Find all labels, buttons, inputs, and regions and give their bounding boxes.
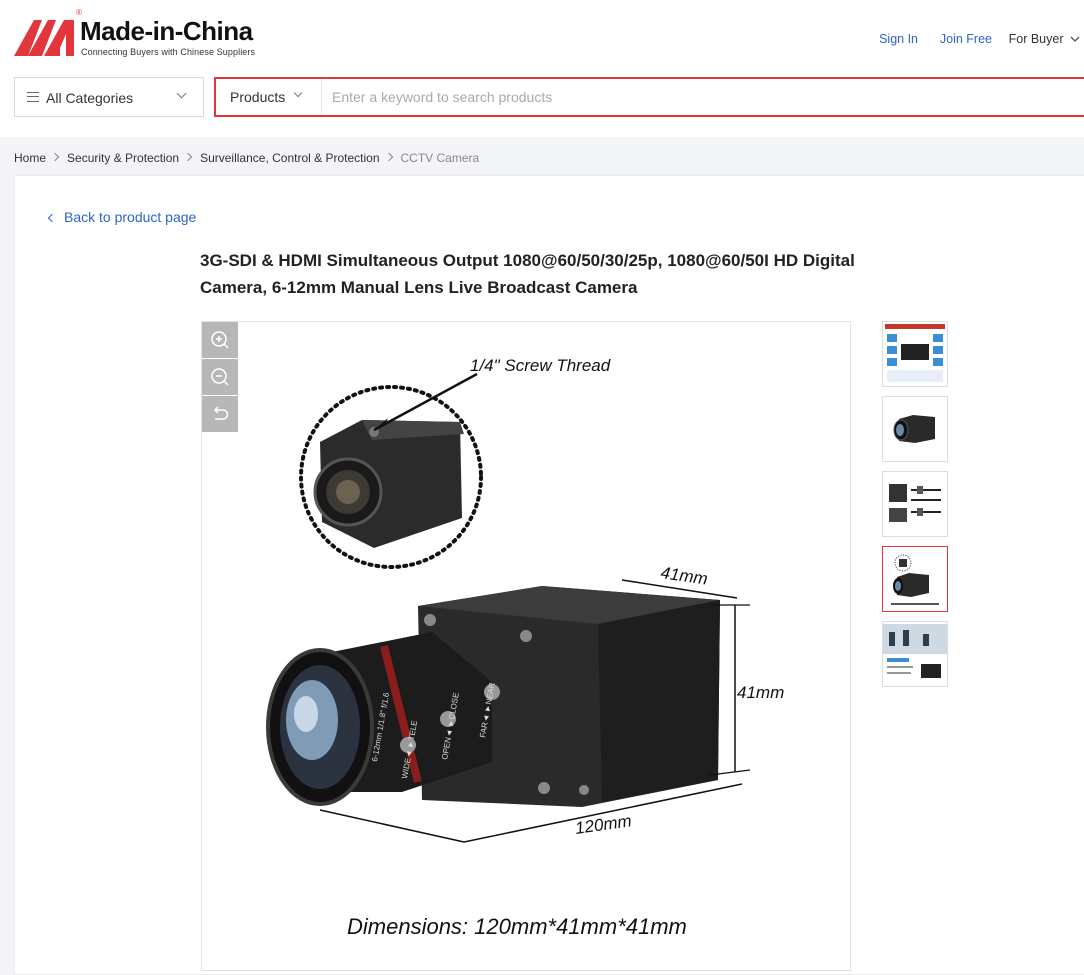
brand-tagline: Connecting Buyers with Chinese Suppliers — [81, 47, 256, 57]
reset-icon — [213, 406, 229, 420]
thumbnail-1[interactable] — [882, 321, 948, 387]
search-type-select[interactable]: Products — [216, 79, 322, 115]
join-free-link[interactable]: Join Free — [940, 32, 992, 46]
search-bar: Products — [214, 77, 1084, 117]
chevron-down-icon — [293, 88, 303, 98]
for-buyer-label: For Buyer — [1008, 32, 1064, 46]
thumbnail-3-image — [889, 484, 941, 522]
thumbnail-1-image — [885, 324, 945, 382]
thumbnail-2[interactable] — [882, 396, 948, 462]
all-categories-label: All Categories — [46, 90, 134, 106]
thumbnail-5-image — [883, 624, 947, 678]
zoom-out-button[interactable] — [202, 359, 238, 395]
product-title: 3G-SDI & HDMI Simultaneous Output 1080@6… — [200, 251, 855, 297]
image-toolbar — [202, 322, 238, 433]
thumbnail-4-image — [891, 554, 939, 605]
length-dimension: 120mm — [574, 811, 633, 838]
chevron-left-icon — [47, 213, 57, 223]
breadcrumb-security-protection[interactable]: Security & Protection — [67, 151, 179, 165]
back-link-label: Back to product page — [64, 209, 197, 225]
screw-thread-label: 1/4" Screw Thread — [470, 356, 611, 375]
product-image-panel: Back to product page 3G-SDI & HDMI Simul… — [14, 175, 1084, 975]
dimensions-caption: Dimensions: 120mm*41mm*41mm — [347, 914, 687, 939]
breadcrumb-surveillance[interactable]: Surveillance, Control & Protection — [200, 151, 379, 165]
zoom-out-icon — [211, 368, 229, 386]
thumbnail-list — [882, 321, 950, 696]
search-type-label: Products — [230, 89, 286, 105]
depth-dimension: 41mm — [659, 563, 708, 588]
chevron-down-icon — [176, 88, 187, 99]
zoom-in-icon — [211, 331, 229, 349]
chevron-down-icon — [1070, 36, 1080, 42]
thumbnail-4-active[interactable] — [882, 546, 948, 612]
camera-product-photo: 1/4" Screw Thread 6-12mm 1/1.8" f/1.6 WI… — [266, 356, 784, 939]
breadcrumb-current: CCTV Camera — [400, 150, 480, 165]
thumbnail-5[interactable] — [882, 621, 948, 687]
made-in-china-logo-icon — [14, 20, 74, 56]
main-product-image[interactable]: 1/4" Screw Thread 6-12mm 1/1.8" f/1.6 WI… — [201, 321, 851, 971]
site-header: ® Made-in-China Connecting Buyers with C… — [0, 0, 1084, 137]
reset-view-button[interactable] — [202, 396, 238, 432]
site-logo[interactable]: ® Made-in-China Connecting Buyers with C… — [14, 8, 274, 60]
brand-name: Made-in-China — [80, 16, 253, 46]
chevron-right-icon — [183, 152, 193, 162]
chevron-right-icon — [50, 152, 60, 162]
menu-icon — [27, 92, 39, 102]
breadcrumb-home[interactable]: Home — [14, 151, 46, 165]
sign-in-link[interactable]: Sign In — [879, 32, 918, 46]
height-dimension: 41mm — [737, 683, 784, 702]
search-input[interactable] — [332, 85, 932, 109]
chevron-right-icon — [384, 152, 393, 162]
thumbnail-2-image — [893, 415, 935, 443]
thumbnail-3[interactable] — [882, 471, 948, 537]
for-buyer-menu[interactable]: For Buyer — [1009, 32, 1080, 46]
breadcrumb: Home Security & Protection Surveillance, C… — [14, 150, 479, 165]
all-categories-dropdown[interactable]: All Categories — [14, 77, 204, 117]
zoom-in-button[interactable] — [202, 322, 238, 358]
back-to-product-link[interactable]: Back to product page — [47, 209, 197, 225]
